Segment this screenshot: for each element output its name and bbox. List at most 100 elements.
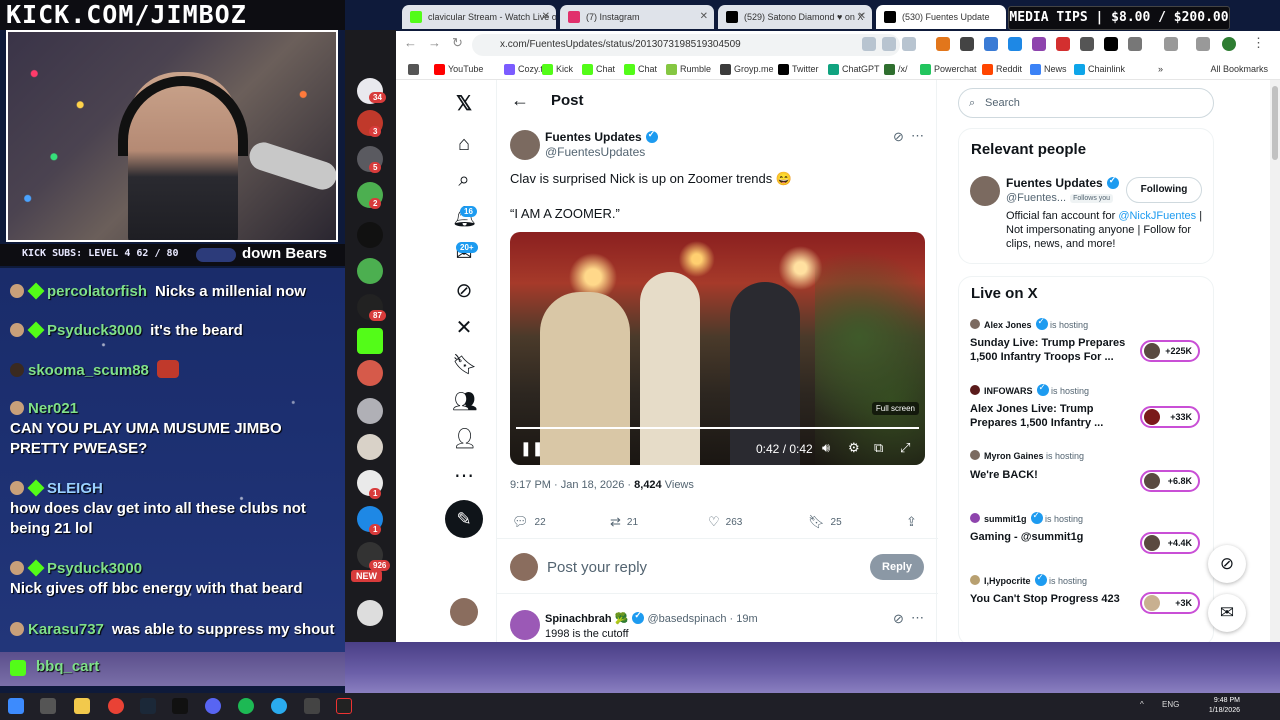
bookmark-item[interactable]: Groyp.me: [720, 61, 774, 77]
browser-tab-active[interactable]: (530) Fuentes Update: [876, 5, 1006, 29]
browser-tab[interactable]: (529) Satono Diamond ♥ on X ✕: [718, 5, 872, 29]
shield-icon[interactable]: [960, 37, 974, 51]
scrollbar-thumb[interactable]: [1272, 86, 1278, 160]
chrome-icon[interactable]: [108, 698, 124, 714]
bookmark-item[interactable]: Chainlink: [1074, 61, 1125, 77]
tray-lang[interactable]: ENG: [1162, 700, 1179, 709]
kick-icon[interactable]: [357, 328, 383, 354]
bookmark-item[interactable]: News: [1030, 61, 1067, 77]
sidebar-icon[interactable]: [1164, 37, 1178, 51]
post-compose-button[interactable]: ✎: [445, 500, 483, 538]
menu-kebab-icon[interactable]: ⋮: [1252, 35, 1265, 51]
more-circle-icon[interactable]: ⋯: [452, 464, 476, 488]
metamask-icon[interactable]: [936, 37, 950, 51]
bookmark-item[interactable]: Cozy.tv: [504, 61, 547, 77]
share-action[interactable]: ⇪: [906, 514, 923, 530]
bookmark-item[interactable]: Rumble: [666, 61, 711, 77]
zoom-icon[interactable]: [862, 37, 876, 51]
app-icon[interactable]: [304, 698, 320, 714]
close-icon[interactable]: ✕: [700, 5, 708, 29]
reload-icon[interactable]: ↻: [452, 35, 463, 51]
relevant-avatar[interactable]: [970, 176, 1000, 206]
grok-icon[interactable]: ⊘: [452, 279, 476, 303]
like-action[interactable]: ♡ 263: [708, 514, 742, 530]
author-avatar[interactable]: [510, 130, 540, 160]
pause-icon[interactable]: ❚❚: [520, 440, 543, 457]
following-button[interactable]: Following: [1126, 177, 1202, 203]
bookmark-item[interactable]: Kick: [542, 61, 573, 77]
volume-icon[interactable]: 🔊︎: [822, 440, 830, 456]
x-logo-icon[interactable]: 𝕏: [452, 92, 476, 116]
downloads-icon[interactable]: [1196, 37, 1210, 51]
puzzle-icon[interactable]: [1128, 37, 1142, 51]
tab-avatar-icon[interactable]: [357, 600, 383, 626]
app-icon[interactable]: [172, 698, 188, 714]
post-timestamp[interactable]: 9:17 PM · Jan 18, 2026 ·: [510, 479, 631, 491]
premium-x-icon[interactable]: ✕: [452, 316, 476, 340]
reply-author-avatar[interactable]: [510, 610, 540, 640]
extension-icon[interactable]: [1008, 37, 1022, 51]
spotify-icon[interactable]: [238, 698, 254, 714]
telegram-icon[interactable]: [271, 698, 287, 714]
page-scrollbar[interactable]: [1270, 80, 1280, 642]
tab-logo-icon[interactable]: [357, 222, 383, 248]
picture-in-picture-icon[interactable]: ⧉: [874, 440, 883, 456]
grok-icon[interactable]: ⊘: [893, 611, 904, 627]
bio-link[interactable]: @NickJFuentes: [1118, 210, 1196, 222]
reply-action[interactable]: 💬︎ 22: [512, 514, 546, 530]
address-bar[interactable]: x.com/FuentesUpdates/status/201307319851…: [472, 34, 900, 56]
author-name[interactable]: Fuentes Updates: [545, 129, 658, 144]
bookmark-item[interactable]: Chat: [624, 61, 657, 77]
reply-input[interactable]: Post your reply: [547, 559, 647, 576]
back-arrow-icon[interactable]: ←: [404, 35, 417, 50]
bookmark-action[interactable]: 🔖︎ 25: [808, 514, 842, 530]
video-player[interactable]: Full screen ❚❚ 0:42 / 0:42 🔊︎ ⚙ ⧉ ⤢: [510, 232, 925, 465]
bookmark-item[interactable]: /x/: [884, 61, 908, 77]
reply-button[interactable]: Reply: [870, 554, 924, 580]
extension-icon[interactable]: [1056, 37, 1070, 51]
browser-tab[interactable]: clavicular Stream - Watch Live o ✕: [402, 5, 556, 29]
communities-icon[interactable]: 👥︎: [452, 390, 477, 414]
bookmark-item[interactable]: Reddit: [982, 61, 1022, 77]
tray-chevron-icon[interactable]: ^: [1140, 700, 1144, 709]
author-handle[interactable]: @FuentesUpdates: [545, 145, 645, 159]
reply-author[interactable]: Spinachbrah 🥦 @basedspinach · 19m: [545, 610, 758, 625]
bookmark-item[interactable]: ChatGPT: [828, 61, 880, 77]
repost-action[interactable]: ⇄ 21: [610, 514, 638, 530]
tab-avatar-icon[interactable]: [357, 398, 383, 424]
grok-icon[interactable]: ⊘: [893, 129, 904, 145]
extension-icon[interactable]: [1080, 37, 1094, 51]
forward-arrow-icon[interactable]: →: [428, 35, 441, 50]
close-icon[interactable]: ✕: [542, 5, 550, 29]
task-view-icon[interactable]: [40, 698, 56, 714]
app-icon[interactable]: [336, 698, 352, 714]
relevant-name[interactable]: Fuentes Updates: [1006, 175, 1119, 190]
bookmark-star-icon[interactable]: [902, 37, 916, 51]
profile-icon[interactable]: 👤︎: [452, 427, 477, 451]
file-explorer-icon[interactable]: [74, 698, 90, 714]
video-progress-bar[interactable]: [516, 427, 919, 429]
back-arrow-icon[interactable]: ←: [511, 90, 529, 111]
discord-icon[interactable]: [205, 698, 221, 714]
profile-avatar-icon[interactable]: [1222, 37, 1236, 51]
settings-gear-icon[interactable]: ⚙: [848, 440, 860, 456]
messages-fab-icon[interactable]: ✉: [1208, 594, 1246, 632]
home-icon[interactable]: ⌂: [452, 132, 476, 156]
bookmarks-icon[interactable]: 🔖︎: [452, 353, 477, 377]
tab-avatar-icon[interactable]: [357, 434, 383, 460]
bookmark-item[interactable]: Powerchat: [920, 61, 977, 77]
cast-icon[interactable]: [882, 37, 896, 51]
browser-tab[interactable]: (7) Instagram ✕: [560, 5, 714, 29]
pepe-icon[interactable]: [357, 258, 383, 284]
grok-fab-icon[interactable]: ⊘: [1208, 545, 1246, 583]
fullscreen-icon[interactable]: ⤢: [900, 440, 910, 456]
search-icon[interactable]: ⌕: [452, 168, 476, 192]
more-options-icon[interactable]: ⋯: [911, 610, 924, 626]
account-avatar[interactable]: [450, 598, 478, 626]
bookmark-item[interactable]: Twitter: [778, 61, 819, 77]
x-icon[interactable]: [1104, 37, 1118, 51]
taskbar-clock[interactable]: 9:48 PM 1/18/2026: [1209, 696, 1240, 716]
bookmark-item[interactable]: YouTube: [434, 61, 483, 77]
bookmark-item[interactable]: Chat: [582, 61, 615, 77]
extension-icon[interactable]: [984, 37, 998, 51]
